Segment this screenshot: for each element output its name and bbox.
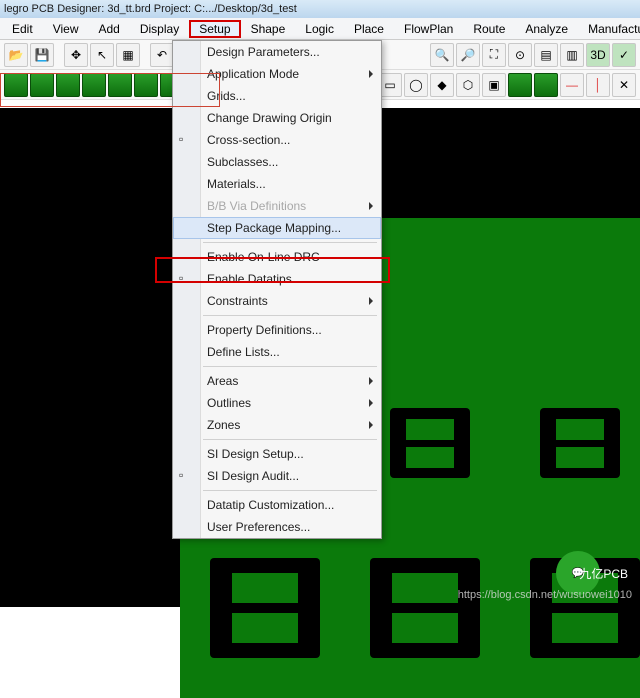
- menu-item-zones[interactable]: Zones: [173, 414, 381, 436]
- grid-icon[interactable]: ▦: [116, 43, 140, 67]
- setup-dropdown-menu: Design Parameters...Application ModeGrid…: [172, 40, 382, 539]
- submenu-arrow-icon: [369, 421, 373, 429]
- zoom-in-icon[interactable]: 🔍: [430, 43, 454, 67]
- menu-item-user-preferences[interactable]: User Preferences...: [173, 516, 381, 538]
- move-icon[interactable]: ✥: [64, 43, 88, 67]
- layers-icon[interactable]: ▤: [534, 43, 558, 67]
- submenu-arrow-icon: [369, 377, 373, 385]
- component-chip: [370, 558, 480, 658]
- 3d-icon[interactable]: 3D: [586, 43, 610, 67]
- menu-item-materials[interactable]: Materials...: [173, 173, 381, 195]
- window-title: legro PCB Designer: 3d_tt.brd Project: C…: [0, 0, 640, 18]
- submenu-arrow-icon: [369, 70, 373, 78]
- menu-edit[interactable]: Edit: [2, 20, 43, 38]
- menu-item-subclasses[interactable]: Subclasses...: [173, 151, 381, 173]
- menu-item-change-drawing-origin[interactable]: Change Drawing Origin: [173, 107, 381, 129]
- shape-tool-4[interactable]: ⬡: [456, 73, 480, 97]
- shape-tool-2[interactable]: ◯: [404, 73, 428, 97]
- pcb-tool-6[interactable]: [134, 73, 158, 97]
- menu-flowplan[interactable]: FlowPlan: [394, 20, 463, 38]
- shape-tool-7[interactable]: [534, 73, 558, 97]
- hline-icon[interactable]: —: [560, 73, 584, 97]
- submenu-arrow-icon: [369, 202, 373, 210]
- menu-item-enable-datatips[interactable]: Enable Datatips▫: [173, 268, 381, 290]
- menu-item-define-lists[interactable]: Define Lists...: [173, 341, 381, 363]
- zoom-reset-icon[interactable]: ⊙: [508, 43, 532, 67]
- undo-icon[interactable]: ↶: [150, 43, 174, 67]
- menu-separator: [203, 315, 377, 316]
- menu-item-areas[interactable]: Areas: [173, 370, 381, 392]
- menu-route[interactable]: Route: [463, 20, 515, 38]
- pcb-tool-2[interactable]: [30, 73, 54, 97]
- menu-item-cross-section[interactable]: Cross-section...▫: [173, 129, 381, 151]
- menu-item-step-package-mapping[interactable]: Step Package Mapping...: [173, 217, 381, 239]
- menu-place[interactable]: Place: [344, 20, 394, 38]
- menu-item-constraints[interactable]: Constraints: [173, 290, 381, 312]
- menu-item-enable-on-line-drc[interactable]: Enable On-Line DRC: [173, 246, 381, 268]
- menu-analyze[interactable]: Analyze: [515, 20, 578, 38]
- shape-tool-3[interactable]: ◆: [430, 73, 454, 97]
- menu-view[interactable]: View: [43, 20, 89, 38]
- menu-item-design-parameters[interactable]: Design Parameters...: [173, 41, 381, 63]
- component-chip: [210, 558, 320, 658]
- component-chip: [390, 408, 470, 478]
- cross-icon[interactable]: ✕: [612, 73, 636, 97]
- pcb-tool-1[interactable]: [4, 73, 28, 97]
- shape-tool-6[interactable]: [508, 73, 532, 97]
- zoom-fit-icon[interactable]: ⛶: [482, 43, 506, 67]
- audit-icon: ▫: [179, 468, 195, 484]
- menu-setup[interactable]: Setup: [189, 20, 240, 38]
- cursor-icon[interactable]: ↖: [90, 43, 114, 67]
- pcb-tool-4[interactable]: [82, 73, 106, 97]
- menu-manufacture[interactable]: Manufacture: [578, 20, 640, 38]
- menu-separator: [203, 439, 377, 440]
- zoom-out-icon[interactable]: 🔎: [456, 43, 480, 67]
- wechat-label: 九亿PCB: [579, 565, 628, 582]
- menu-item-outlines[interactable]: Outlines: [173, 392, 381, 414]
- menu-separator: [203, 490, 377, 491]
- menu-shape[interactable]: Shape: [241, 20, 296, 38]
- menu-separator: [203, 242, 377, 243]
- menu-item-grids[interactable]: Grids...: [173, 85, 381, 107]
- pcb-tool-3[interactable]: [56, 73, 80, 97]
- shape-tool-5[interactable]: ▣: [482, 73, 506, 97]
- menu-item-si-design-audit[interactable]: SI Design Audit...▫: [173, 465, 381, 487]
- vline-icon[interactable]: │: [586, 73, 610, 97]
- menu-display[interactable]: Display: [130, 20, 189, 38]
- view-icon[interactable]: ▥: [560, 43, 584, 67]
- menu-add[interactable]: Add: [88, 20, 129, 38]
- save-icon[interactable]: 💾: [30, 43, 54, 67]
- menu-item-datatip-customization[interactable]: Datatip Customization...: [173, 494, 381, 516]
- watermark-text: https://blog.csdn.net/wusuowei1010: [458, 589, 632, 601]
- menu-separator: [203, 366, 377, 367]
- open-icon[interactable]: 📂: [4, 43, 28, 67]
- layers-icon: ▫: [179, 132, 195, 148]
- menu-item-si-design-setup[interactable]: SI Design Setup...: [173, 443, 381, 465]
- component-chip: [540, 408, 620, 478]
- correct-icon[interactable]: ✓: [612, 43, 636, 67]
- menu-item-property-definitions[interactable]: Property Definitions...: [173, 319, 381, 341]
- menu-item-b-b-via-definitions: B/B Via Definitions: [173, 195, 381, 217]
- pcb-tool-5[interactable]: [108, 73, 132, 97]
- menu-item-application-mode[interactable]: Application Mode: [173, 63, 381, 85]
- menu-logic[interactable]: Logic: [295, 20, 344, 38]
- submenu-arrow-icon: [369, 399, 373, 407]
- tip-icon: ▫: [179, 271, 195, 287]
- menubar: EditViewAddDisplaySetupShapeLogicPlaceFl…: [0, 18, 640, 40]
- submenu-arrow-icon: [369, 297, 373, 305]
